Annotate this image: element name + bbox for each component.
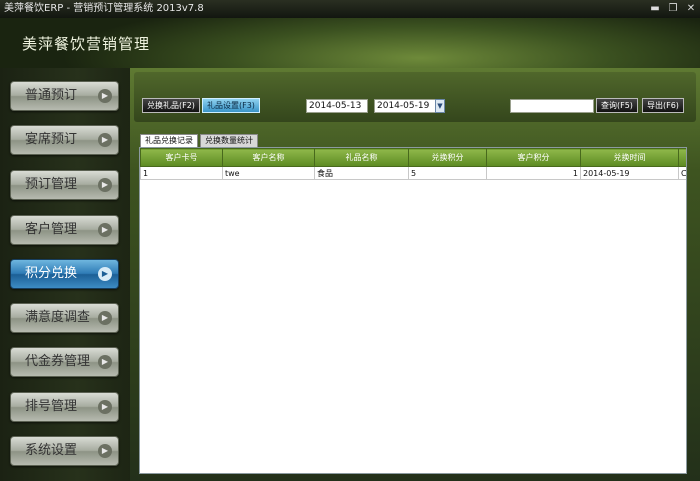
sidebar-item-booking-management[interactable]: 预订管理 ▶: [10, 170, 119, 200]
arrow-right-icon: ▶: [98, 223, 112, 237]
sidebar-item-label: 排号管理: [25, 399, 78, 414]
cell-exchange-points: 5: [408, 166, 487, 180]
cell-card-no: 1: [140, 166, 223, 180]
column-header-exchange-time[interactable]: 兑换时间: [580, 148, 679, 167]
app-header: 美萍餐饮营销管理: [0, 18, 700, 68]
end-date-input[interactable]: [374, 99, 436, 113]
app-title: 美萍餐饮营销管理: [22, 35, 151, 53]
main-panel: 兑换礼品(F2) 礼品设置(F3) ▼ 查询(F5) 导出(F6) 礼品兑换记录…: [130, 68, 700, 481]
minimize-icon[interactable]: ▬: [650, 2, 660, 16]
column-header-card-no[interactable]: 客户卡号: [140, 148, 223, 167]
arrow-right-icon: ▶: [98, 267, 112, 281]
arrow-right-icon: ▶: [98, 133, 112, 147]
arrow-right-icon: ▶: [98, 89, 112, 103]
sidebar-item-label: 满意度调查: [25, 310, 91, 325]
sidebar-item-label: 客户管理: [25, 222, 78, 237]
arrow-right-icon: ▶: [98, 444, 112, 458]
table-header-row: 客户卡号 客户名称 礼品名称 兑换积分 客户积分 兑换时间: [140, 148, 686, 167]
table-row[interactable]: 1 twe 食品 5 1 2014-05-19 Cy: [140, 166, 686, 180]
column-header-extra[interactable]: [678, 148, 686, 167]
sidebar-item-label: 系统设置: [25, 443, 78, 458]
search-input[interactable]: [510, 99, 594, 113]
window-controls: ▬ ❐ ✕: [650, 2, 696, 16]
query-button[interactable]: 查询(F5): [596, 98, 638, 113]
sidebar-item-label: 代金券管理: [25, 354, 91, 369]
window-title: 美萍餐饮ERP - 营销预订管理系统 2013v7.8: [4, 3, 204, 14]
sidebar-item-system-settings[interactable]: 系统设置 ▶: [10, 436, 119, 466]
records-grid: 客户卡号 客户名称 礼品名称 兑换积分 客户积分 兑换时间 1 twe 食品 5…: [139, 147, 687, 474]
gift-settings-button[interactable]: 礼品设置(F3): [202, 98, 260, 113]
close-icon[interactable]: ✕: [686, 2, 696, 16]
column-header-customer-points[interactable]: 客户积分: [486, 148, 581, 167]
export-button[interactable]: 导出(F6): [642, 98, 684, 113]
sidebar-item-label: 宴席预订: [25, 132, 78, 147]
arrow-right-icon: ▶: [98, 355, 112, 369]
toolbar: 兑换礼品(F2) 礼品设置(F3) ▼ 查询(F5) 导出(F6): [134, 72, 696, 122]
sidebar: 普通预订 ▶ 宴席预订 ▶ 预订管理 ▶ 客户管理 ▶ 积分兑换 ▶ 满意度调查…: [0, 68, 130, 481]
arrow-right-icon: ▶: [98, 400, 112, 414]
records-table: 客户卡号 客户名称 礼品名称 兑换积分 客户积分 兑换时间 1 twe 食品 5…: [140, 148, 686, 180]
sidebar-item-voucher-management[interactable]: 代金券管理 ▶: [10, 347, 119, 377]
tab-exchange-statistics[interactable]: 兑换数量统计: [200, 134, 258, 147]
cell-customer-name: twe: [222, 166, 315, 180]
sidebar-item-customer-management[interactable]: 客户管理 ▶: [10, 215, 119, 245]
date-dropdown-button[interactable]: ▼: [435, 99, 445, 113]
cell-customer-points: 1: [486, 166, 581, 180]
sidebar-item-label: 预订管理: [25, 177, 78, 192]
arrow-right-icon: ▶: [98, 311, 112, 325]
sidebar-item-label: 普通预订: [25, 88, 78, 103]
cell-exchange-time: 2014-05-19: [580, 166, 679, 180]
cell-extra: Cy: [678, 166, 686, 180]
sidebar-item-queue-management[interactable]: 排号管理 ▶: [10, 392, 119, 422]
window-title-bar: 美萍餐饮ERP - 营销预订管理系统 2013v7.8 ▬ ❐ ✕: [0, 0, 700, 18]
maximize-icon[interactable]: ❐: [668, 2, 678, 16]
sidebar-item-banquet-booking[interactable]: 宴席预订 ▶: [10, 125, 119, 155]
sidebar-item-normal-booking[interactable]: 普通预订 ▶: [10, 81, 119, 111]
arrow-right-icon: ▶: [98, 178, 112, 192]
sidebar-item-satisfaction-survey[interactable]: 满意度调查 ▶: [10, 303, 119, 333]
exchange-gift-button[interactable]: 兑换礼品(F2): [142, 98, 200, 113]
column-header-customer-name[interactable]: 客户名称: [222, 148, 315, 167]
cell-gift-name: 食品: [314, 166, 409, 180]
sidebar-item-points-exchange[interactable]: 积分兑换 ▶: [10, 259, 119, 289]
column-header-exchange-points[interactable]: 兑换积分: [408, 148, 487, 167]
tab-exchange-records[interactable]: 礼品兑换记录: [140, 134, 198, 147]
column-header-gift-name[interactable]: 礼品名称: [314, 148, 409, 167]
start-date-input[interactable]: [306, 99, 368, 113]
tab-strip: 礼品兑换记录 兑换数量统计: [140, 134, 260, 147]
sidebar-item-label: 积分兑换: [25, 266, 78, 281]
